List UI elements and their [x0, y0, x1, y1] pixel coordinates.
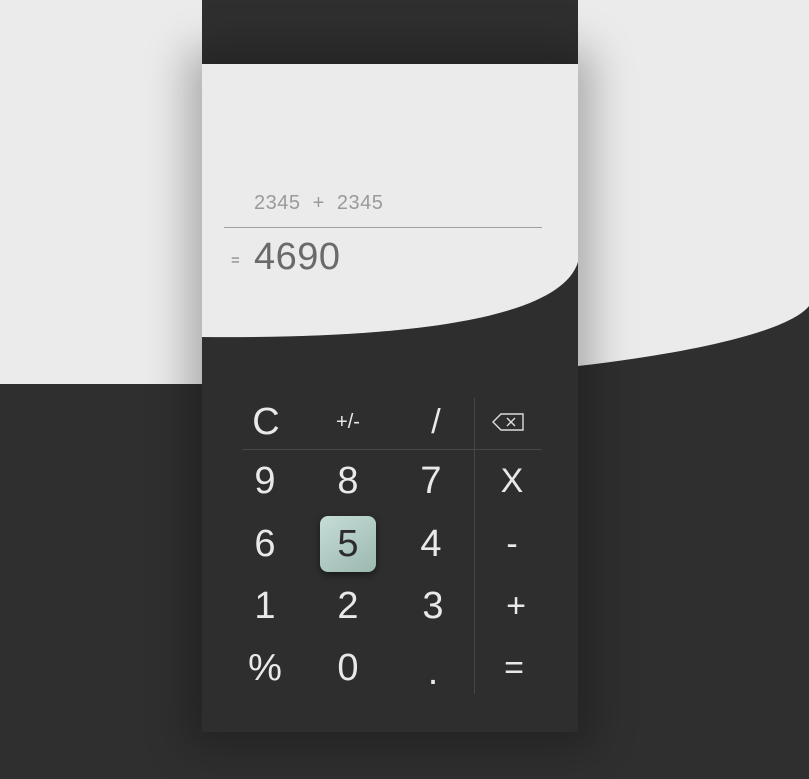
equals-button[interactable]: =	[486, 640, 542, 696]
decimal-button[interactable]: .	[405, 644, 461, 700]
calculator-window: 2345 + 2345 = 4690 C +/- / 9 8 7 X 6 5 4…	[202, 64, 578, 732]
keypad-divider-vertical	[474, 398, 475, 694]
multiply-button[interactable]: X	[484, 453, 540, 509]
digit-2-button[interactable]: 2	[320, 578, 376, 634]
result-text: 4690	[254, 236, 341, 278]
percent-button[interactable]: %	[237, 640, 293, 696]
backspace-icon	[492, 413, 524, 431]
digit-0-button[interactable]: 0	[320, 640, 376, 696]
expression-text: 2345 + 2345	[254, 192, 384, 214]
digit-6-button[interactable]: 6	[237, 516, 293, 572]
digit-4-button[interactable]: 4	[403, 516, 459, 572]
subtract-button[interactable]: -	[484, 516, 540, 572]
add-button[interactable]: +	[488, 578, 544, 634]
equals-label: =	[231, 252, 240, 269]
digit-7-button[interactable]: 7	[403, 453, 459, 509]
digit-8-button[interactable]: 8	[320, 453, 376, 509]
digit-9-button[interactable]: 9	[237, 453, 293, 509]
clear-button[interactable]: C	[238, 394, 294, 450]
negate-button[interactable]: +/-	[320, 394, 376, 450]
digit-1-button[interactable]: 1	[237, 578, 293, 634]
digit-3-button[interactable]: 3	[405, 578, 461, 634]
background: 2345 + 2345 = 4690 C +/- / 9 8 7 X 6 5 4…	[0, 0, 809, 779]
backspace-button[interactable]	[481, 394, 537, 450]
divide-button[interactable]: /	[408, 394, 464, 450]
digit-5-button[interactable]: 5	[320, 516, 376, 572]
display-divider	[224, 227, 542, 228]
